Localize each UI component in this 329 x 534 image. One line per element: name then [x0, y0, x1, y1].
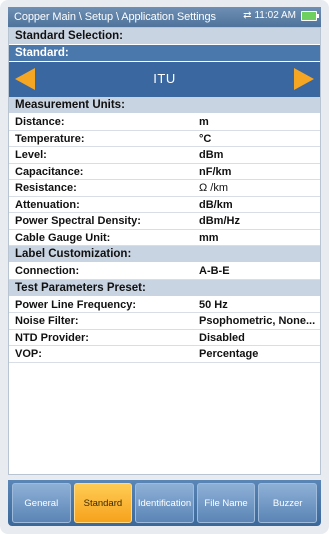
setting-row-psd[interactable]: Power Spectral Density: dBm/Hz — [9, 213, 320, 230]
setting-label: NTD Provider: — [15, 331, 89, 344]
section-header-measurement-units: Measurement Units: — [9, 97, 320, 114]
setting-label: Noise Filter: — [15, 315, 79, 327]
connection-arrows-icon: ⇄ — [243, 10, 252, 21]
setting-row-capacitance[interactable]: Capacitance: nF/km — [9, 164, 320, 180]
setting-row-temperature[interactable]: Temperature: °C — [9, 131, 320, 147]
setting-value: °C — [199, 132, 212, 145]
setting-value: mm — [199, 231, 219, 244]
standard-label: Standard: — [9, 45, 320, 62]
setting-value: m — [199, 116, 209, 128]
tab-identification[interactable]: Identification — [135, 483, 194, 523]
tab-buzzer[interactable]: Buzzer — [258, 483, 317, 523]
setting-label: Attenuation: — [15, 198, 80, 211]
setting-row-cable-gauge[interactable]: Cable Gauge Unit: mm — [9, 230, 320, 246]
setting-row-ntd-provider[interactable]: NTD Provider: Disabled — [9, 330, 320, 346]
setting-row-power-line-frequency[interactable]: Power Line Frequency: 50 Hz — [9, 297, 320, 313]
standard-selector[interactable]: ITU — [9, 62, 320, 97]
setting-value: dBm — [199, 149, 224, 161]
tab-standard[interactable]: Standard — [73, 483, 133, 523]
clock: 11:02 AM — [254, 10, 296, 21]
setting-row-vop[interactable]: VOP: Percentage — [9, 346, 320, 363]
settings-panel: Standard Selection: Standard: ITU Measur… — [8, 27, 321, 475]
setting-label: Cable Gauge Unit: — [15, 231, 111, 244]
standard-value: ITU — [153, 71, 176, 86]
setting-row-resistance[interactable]: Resistance: Ω /km — [9, 180, 320, 197]
setting-label: Power Line Frequency: — [15, 298, 137, 311]
setting-label: Level: — [15, 149, 47, 161]
setting-row-distance[interactable]: Distance: m — [9, 114, 320, 131]
setting-value: dB/km — [199, 198, 233, 211]
bottom-tab-bar: General Standard Identification File Nam… — [8, 480, 321, 526]
status-area: ⇄ 11:02 AM — [243, 10, 319, 21]
setting-row-level[interactable]: Level: dBm — [9, 147, 320, 164]
setting-label: Capacitance: — [15, 165, 84, 178]
setting-row-connection[interactable]: Connection: A-B-E — [9, 263, 320, 280]
section-header-label-customization: Label Customization: — [9, 246, 320, 263]
setting-value: A-B-E — [199, 265, 230, 277]
battery-icon — [301, 10, 319, 21]
setting-value: 50 Hz — [199, 298, 228, 311]
setting-row-noise-filter[interactable]: Noise Filter: Psophometric, None... — [9, 313, 320, 330]
setting-label: Resistance: — [15, 182, 77, 194]
setting-value: dBm/Hz — [199, 215, 240, 227]
tab-general[interactable]: General — [12, 483, 71, 523]
setting-value: Psophometric, None... — [199, 315, 316, 327]
setting-value: nF/km — [199, 165, 232, 178]
setting-value: Percentage — [199, 348, 259, 360]
breadcrumb: Copper Main \ Setup \ Application Settin… — [14, 11, 216, 23]
setting-label: VOP: — [15, 348, 42, 360]
tab-file-name[interactable]: File Name — [196, 483, 256, 523]
setting-value: Ω /km — [199, 182, 228, 194]
setting-value: Disabled — [199, 331, 245, 344]
title-bar: Copper Main \ Setup \ Application Settin… — [8, 7, 321, 27]
setting-label: Power Spectral Density: — [15, 215, 141, 227]
setting-label: Connection: — [15, 265, 80, 277]
setting-label: Distance: — [15, 116, 65, 128]
setting-row-attenuation[interactable]: Attenuation: dB/km — [9, 197, 320, 213]
section-header-test-parameters: Test Parameters Preset: — [9, 279, 320, 297]
section-header-standard-selection: Standard Selection: — [9, 28, 320, 45]
next-arrow-icon[interactable] — [294, 68, 314, 90]
device-frame: Copper Main \ Setup \ Application Settin… — [0, 0, 329, 534]
setting-label: Temperature: — [15, 132, 85, 145]
